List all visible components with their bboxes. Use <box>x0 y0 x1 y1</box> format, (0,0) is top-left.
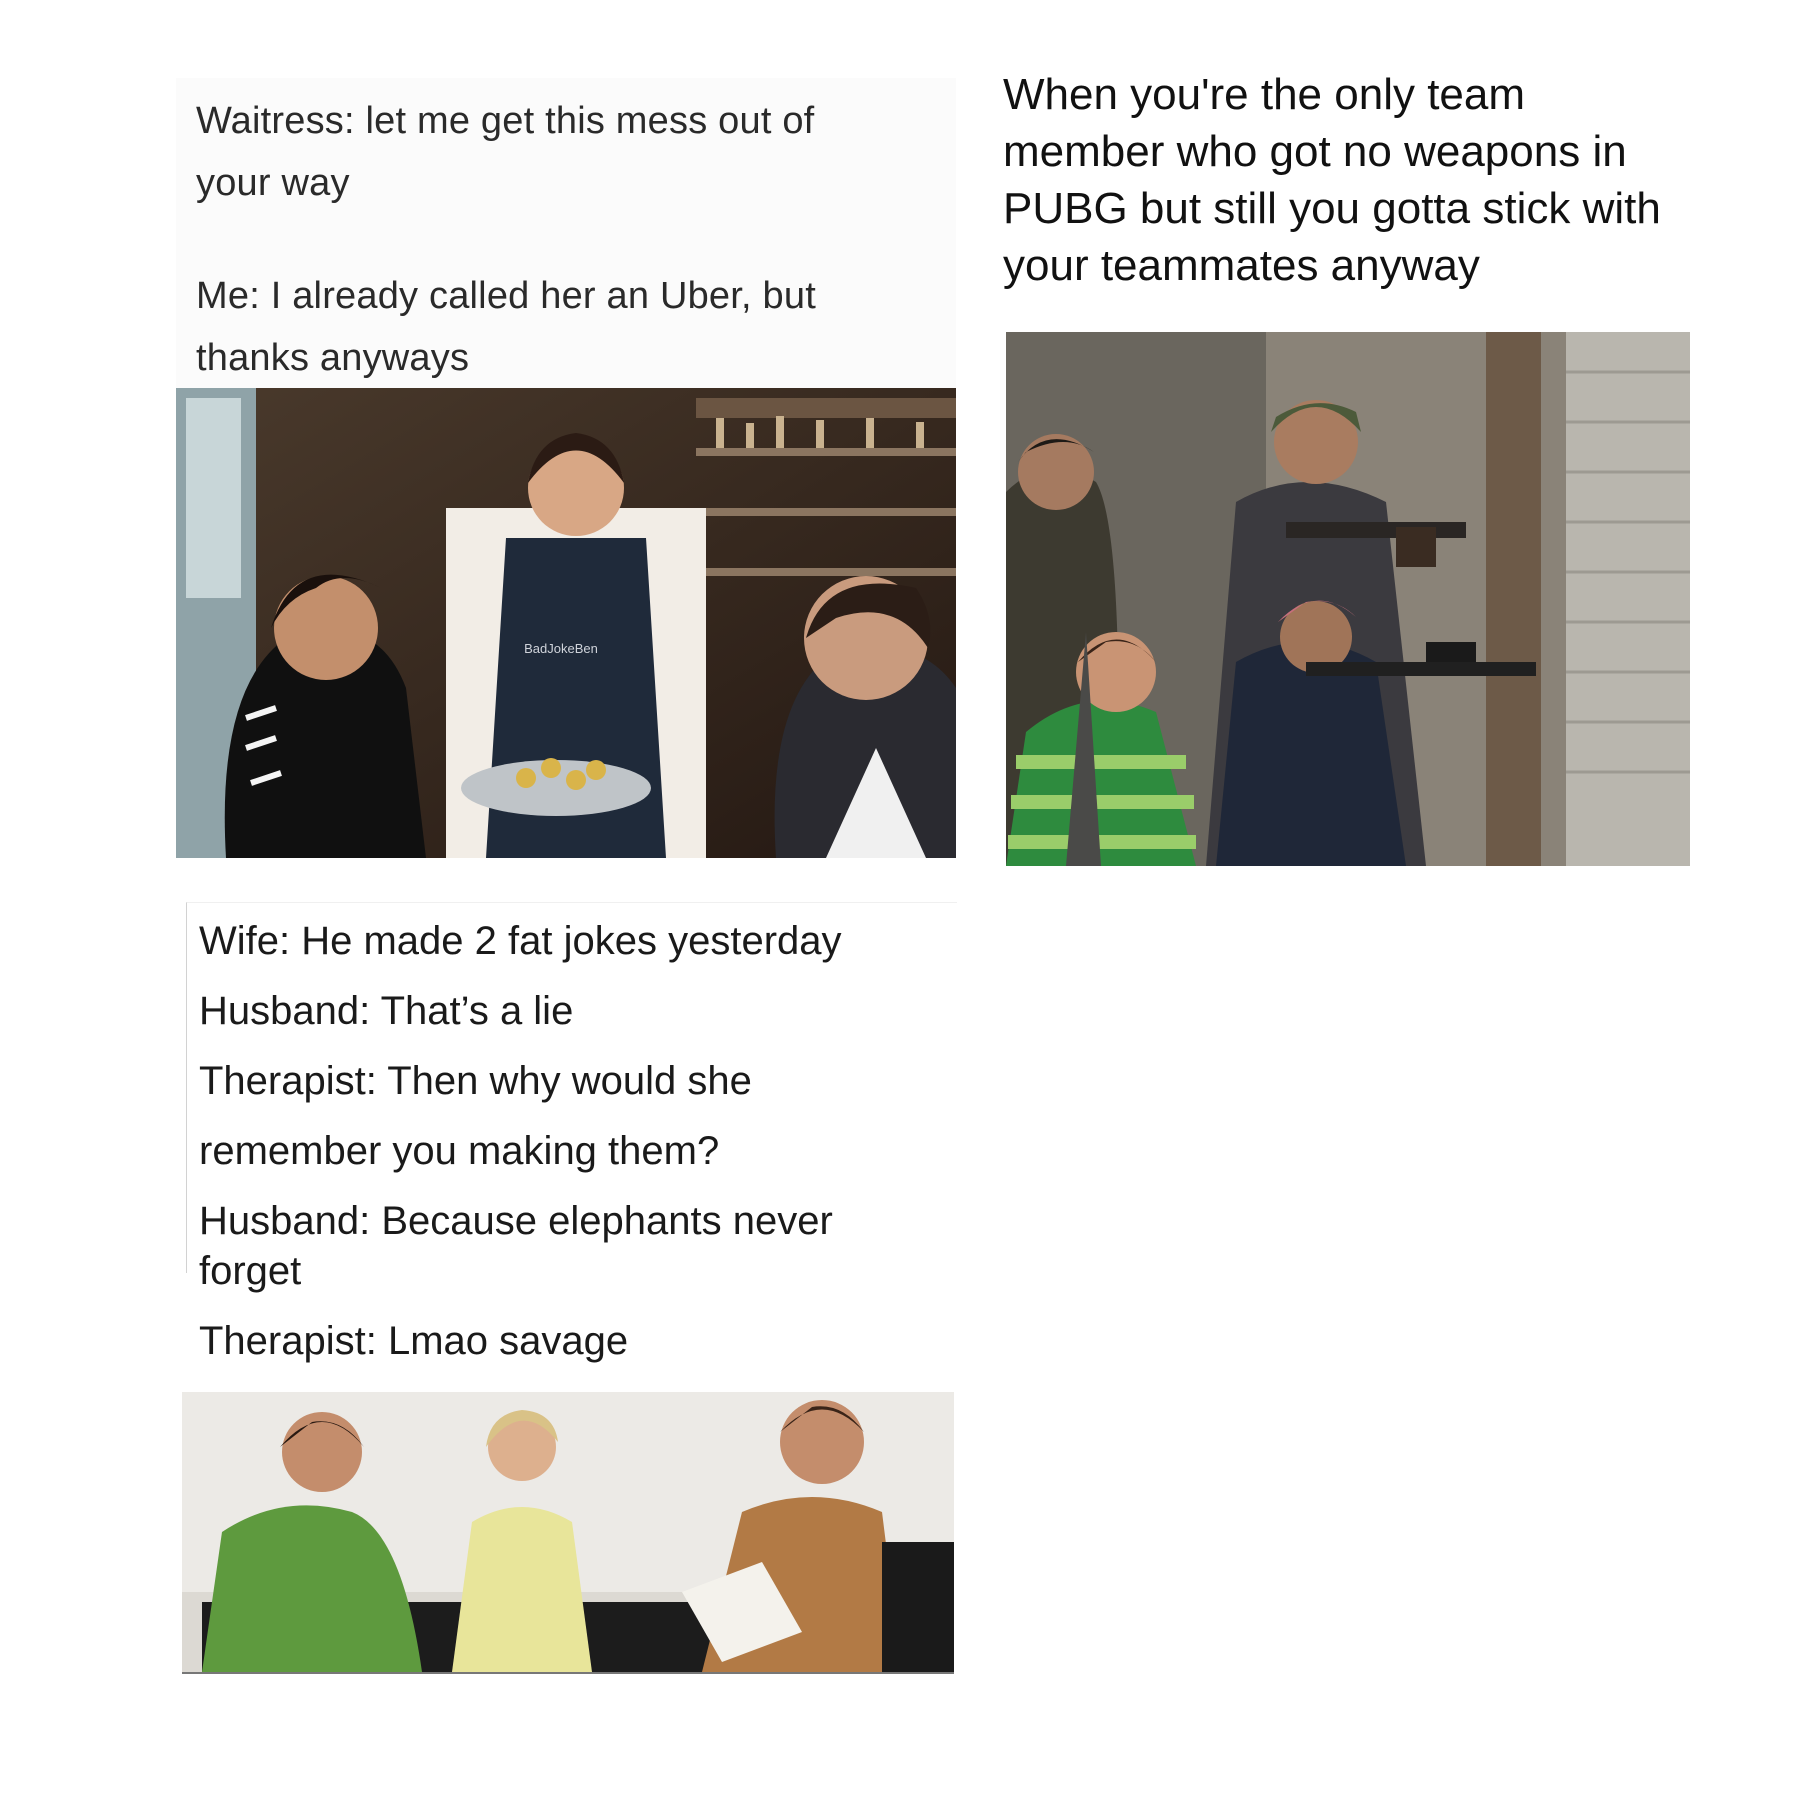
caption-line: your way <box>196 162 350 204</box>
caption-line: When you're the only team <box>1003 70 1526 119</box>
caption-line: Husband: That’s a lie <box>199 989 574 1033</box>
meme-therapist-caption: Wife: He made 2 fat jokes yesterday Husb… <box>186 902 957 1363</box>
watermark-text: BadJokeBen <box>524 641 598 656</box>
caption-line: Husband: Because elephants never <box>199 1199 833 1243</box>
caption-line: remember you making them? <box>199 1129 720 1173</box>
therapy-session-photo <box>182 1392 954 1674</box>
caption-line: your teammates anyway <box>1003 241 1480 290</box>
waitress-restaurant-photo: BadJokeBen <box>176 388 956 858</box>
meme-pubg-caption: When you're the only team member who got… <box>1003 70 1723 310</box>
caption-line: Wife: He made 2 fat jokes yesterday <box>199 919 842 963</box>
caption-line: Therapist: Then why would she <box>199 1059 752 1103</box>
caption-line: Therapist: Lmao savage <box>199 1319 629 1363</box>
caption-line: forget <box>199 1249 302 1293</box>
soldiers-street-photo <box>1006 332 1690 866</box>
caption-line: thanks anyways <box>196 337 470 379</box>
caption-line: member who got no weapons in <box>1003 127 1627 176</box>
caption-line: PUBG but still you gotta stick with <box>1003 184 1661 233</box>
caption-line: Waitress: let me get this mess out of <box>196 100 815 142</box>
caption-line: Me: I already called her an Uber, but <box>196 275 816 317</box>
meme-waitress-caption: Waitress: let me get this mess out of yo… <box>176 78 956 388</box>
